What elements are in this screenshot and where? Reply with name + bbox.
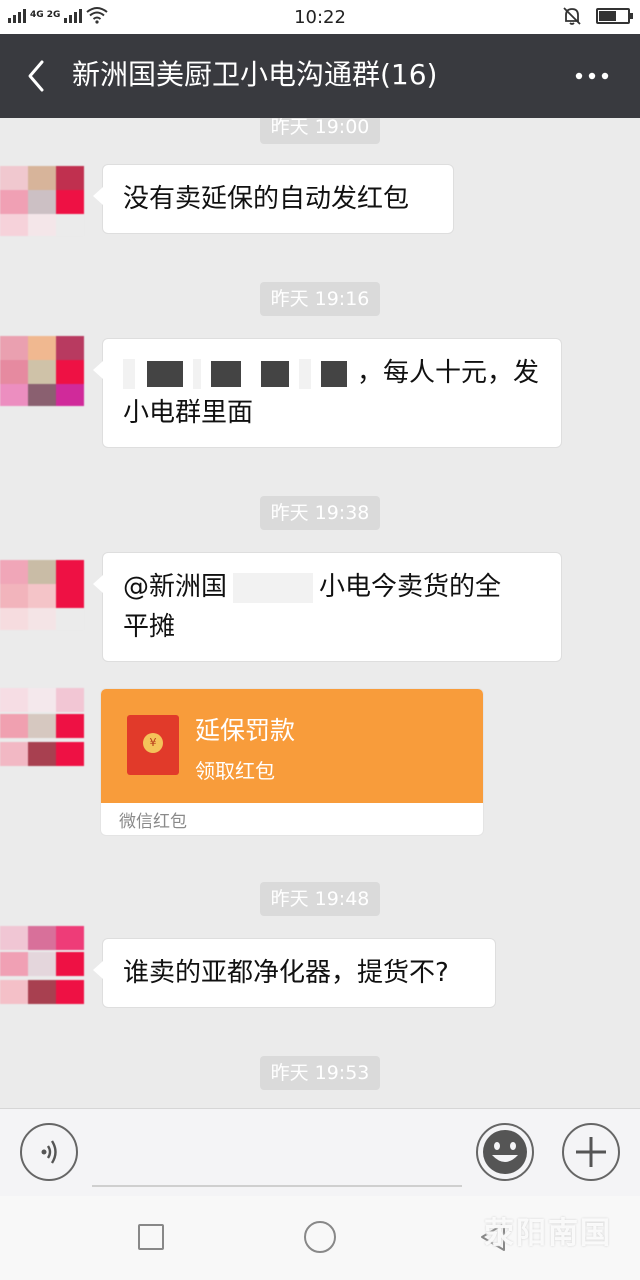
back-arrow-icon[interactable]	[22, 58, 54, 94]
more-options-icon[interactable]	[574, 68, 610, 84]
red-packet[interactable]: ¥ 延保罚款 领取红包 微信红包	[100, 688, 484, 836]
avatar[interactable]	[0, 166, 84, 236]
redacted-text	[233, 572, 314, 603]
plus-icon	[576, 1137, 606, 1167]
emoji-icon	[483, 1130, 527, 1174]
message-line: ，每人十元，发	[123, 353, 541, 393]
redacted-text	[299, 358, 311, 389]
red-envelope-icon: ¥	[127, 715, 179, 775]
emoji-button[interactable]	[476, 1123, 534, 1181]
timestamp: 昨天 19:48	[260, 882, 380, 916]
timestamp: 昨天 19:00	[260, 118, 380, 144]
status-time: 10:22	[294, 7, 346, 28]
redacted-text	[321, 360, 347, 387]
avatar[interactable]	[0, 688, 84, 770]
input-bar	[0, 1108, 640, 1196]
plus-button[interactable]	[562, 1123, 620, 1181]
redacted-text	[211, 360, 241, 387]
message-text: 小电今卖货的全	[319, 572, 502, 602]
message-bubble[interactable]: ，每人十元，发 小电群里面	[93, 338, 562, 448]
timestamp: 昨天 19:53	[260, 1056, 380, 1090]
recent-apps-button[interactable]	[138, 1224, 164, 1250]
chat-title: 新洲国美厨卫小电沟通群(16)	[72, 58, 438, 91]
red-packet-footer: 微信红包	[119, 812, 187, 832]
watermark: 荥阳南国	[484, 1216, 612, 1251]
status-right	[562, 6, 633, 26]
mention-text: @新洲国	[123, 572, 228, 602]
title-bar: 新洲国美厨卫小电沟通群(16)	[0, 34, 640, 118]
chat-area[interactable]: 昨天 19:00 没有卖延保的自动发红包 昨天 19:16 ，每人十元，发 小电…	[0, 118, 640, 1108]
message-text: 谁卖的亚都净化器，提货不?	[123, 958, 449, 988]
status-bar: 4G 2G 10:22	[0, 0, 640, 34]
home-button[interactable]	[304, 1221, 336, 1253]
avatar[interactable]	[0, 560, 84, 630]
message-text: 平摊	[123, 612, 176, 642]
timestamp: 昨天 19:38	[260, 496, 380, 530]
redacted-text	[193, 358, 201, 389]
redacted-text	[147, 360, 183, 387]
red-packet-subtitle: 领取红包	[195, 759, 275, 783]
message-text: 没有卖延保的自动发红包	[123, 184, 410, 214]
avatar[interactable]	[0, 926, 84, 1008]
mute-bell-icon	[563, 7, 581, 25]
message-line: @新洲国 小电今卖货的全	[123, 567, 541, 607]
message-bubble[interactable]: 谁卖的亚都净化器，提货不?	[93, 938, 496, 1008]
red-packet-title: 延保罚款	[195, 716, 296, 745]
message-input[interactable]	[92, 1123, 462, 1187]
voice-icon	[41, 1140, 57, 1164]
avatar[interactable]	[0, 336, 84, 406]
message-text: ，每人十元，发	[357, 358, 540, 388]
message-text: 小电群里面	[123, 398, 254, 428]
redacted-text	[123, 358, 135, 389]
coin-icon: ¥	[143, 733, 163, 753]
redacted-text	[261, 360, 289, 387]
navigation-bar: 荥阳南国	[0, 1196, 640, 1280]
voice-button[interactable]	[20, 1123, 78, 1181]
battery-icon	[596, 8, 633, 24]
message-bubble[interactable]: @新洲国 小电今卖货的全 平摊	[93, 552, 562, 662]
message-bubble[interactable]: 没有卖延保的自动发红包	[93, 164, 454, 234]
timestamp: 昨天 19:16	[260, 282, 380, 316]
